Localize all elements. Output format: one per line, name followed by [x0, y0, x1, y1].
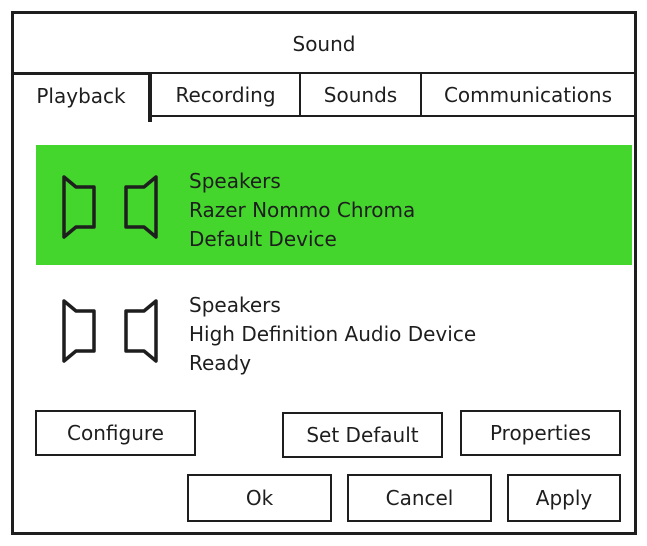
speaker-icon: [62, 299, 158, 363]
device-status: Default Device: [189, 227, 337, 251]
sound-dialog: Sound Playback Recording Sounds Communic…: [11, 11, 637, 535]
device-status: Ready: [189, 351, 252, 375]
cancel-button[interactable]: Cancel: [347, 474, 492, 522]
properties-button[interactable]: Properties: [460, 410, 621, 456]
device-type: Speakers: [189, 293, 281, 317]
tab-sounds[interactable]: Sounds: [301, 72, 422, 117]
tab-recording[interactable]: Recording: [152, 72, 301, 117]
tab-communications[interactable]: Communications: [422, 72, 634, 117]
speaker-icon: [62, 175, 158, 239]
device-info: Speakers Razer Nommo Chroma Default Devi…: [189, 167, 415, 254]
apply-button[interactable]: Apply: [507, 474, 621, 522]
window-title: Sound: [292, 32, 356, 56]
device-type: Speakers: [189, 169, 281, 193]
tab-playback[interactable]: Playback: [14, 72, 152, 122]
tab-bar: Playback Recording Sounds Communications: [14, 72, 634, 122]
device-info: Speakers High Definition Audio Device Re…: [189, 291, 476, 378]
device-list-item-high-definition-audio[interactable]: Speakers High Definition Audio Device Re…: [36, 269, 632, 389]
ok-button[interactable]: Ok: [187, 474, 332, 522]
device-list-item-razer-nommo-chroma[interactable]: Speakers Razer Nommo Chroma Default Devi…: [36, 145, 632, 265]
device-name: Razer Nommo Chroma: [189, 198, 416, 222]
configure-button[interactable]: Configure: [35, 410, 196, 456]
set-default-button[interactable]: Set Default: [282, 412, 443, 458]
device-name: High Definition Audio Device: [189, 322, 477, 346]
